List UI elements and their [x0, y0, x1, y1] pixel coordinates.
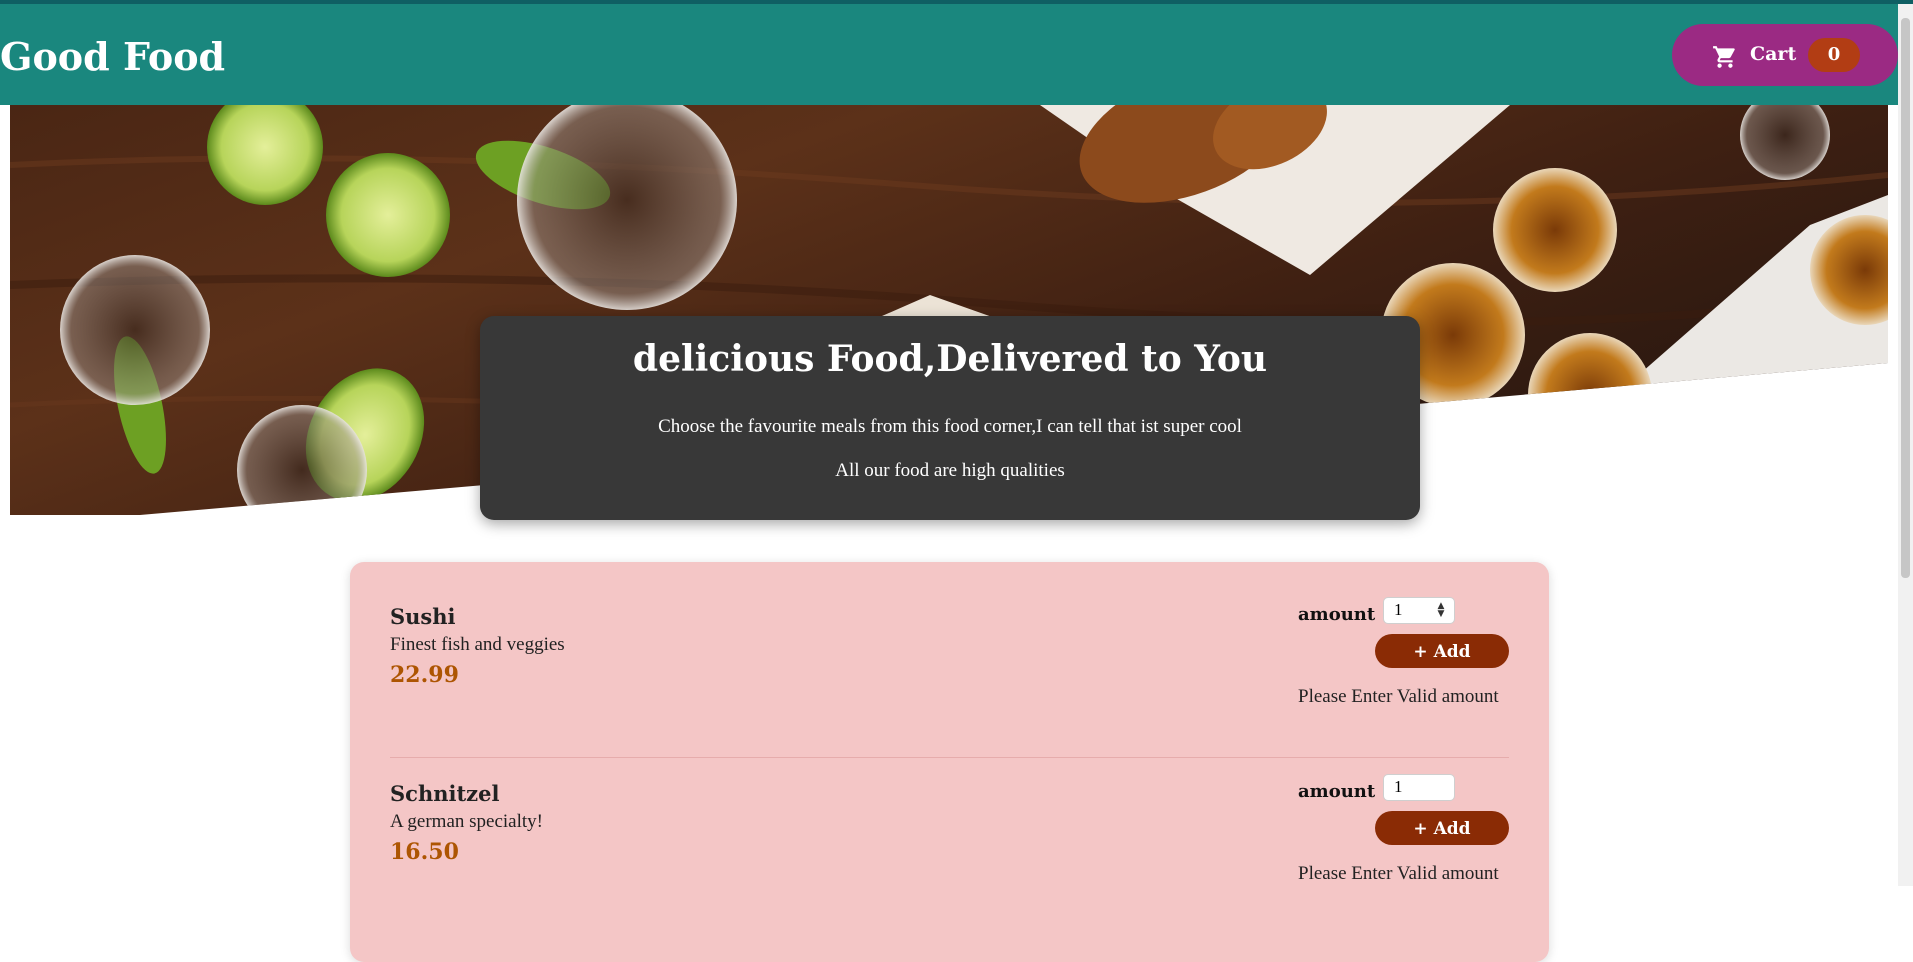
amount-label: amount — [1298, 781, 1376, 802]
add-to-cart-button[interactable]: + Add — [1375, 634, 1509, 668]
amount-input[interactable]: 1 — [1383, 774, 1455, 801]
amount-error-message: Please Enter Valid amount — [1298, 863, 1499, 884]
meal-price: 22.99 — [390, 662, 459, 688]
hero-subtext: All our food are high qualities — [835, 460, 1065, 481]
meal-description: A german specialty! — [390, 811, 544, 832]
app-header: Good Food Cart 0 — [0, 4, 1898, 105]
hero-title: delicious Food,Delivered to You — [632, 338, 1268, 380]
hero-description: Choose the favourite meals from this foo… — [658, 416, 1242, 437]
cart-label: Cart — [1750, 43, 1797, 65]
cart-count-badge: 0 — [1808, 38, 1860, 72]
intro-card: delicious Food,Delivered to You Choose t… — [480, 316, 1420, 520]
meal-divider — [390, 757, 1509, 758]
meal-item: Schnitzel A german specialty! 16.50 amou… — [390, 774, 1509, 951]
meal-item: Sushi Finest fish and veggies 22.99 amou… — [390, 597, 1509, 774]
meal-description: Finest fish and veggies — [390, 634, 565, 655]
add-to-cart-button[interactable]: + Add — [1375, 811, 1509, 845]
meal-price: 16.50 — [390, 839, 459, 865]
cart-button[interactable]: Cart 0 — [1672, 24, 1898, 86]
scrollbar-thumb[interactable] — [1901, 18, 1910, 578]
amount-error-message: Please Enter Valid amount — [1298, 686, 1499, 707]
meal-name: Schnitzel — [390, 781, 500, 806]
meal-name: Sushi — [390, 604, 456, 629]
amount-label: amount — [1298, 604, 1376, 625]
amount-spinner-icon[interactable]: ▲ ▼ — [1434, 602, 1448, 620]
meals-list: Sushi Finest fish and veggies 22.99 amou… — [350, 562, 1549, 962]
page-scrollbar[interactable] — [1898, 4, 1913, 886]
brand-title: Good Food — [0, 34, 226, 79]
shopping-cart-icon — [1713, 46, 1735, 68]
